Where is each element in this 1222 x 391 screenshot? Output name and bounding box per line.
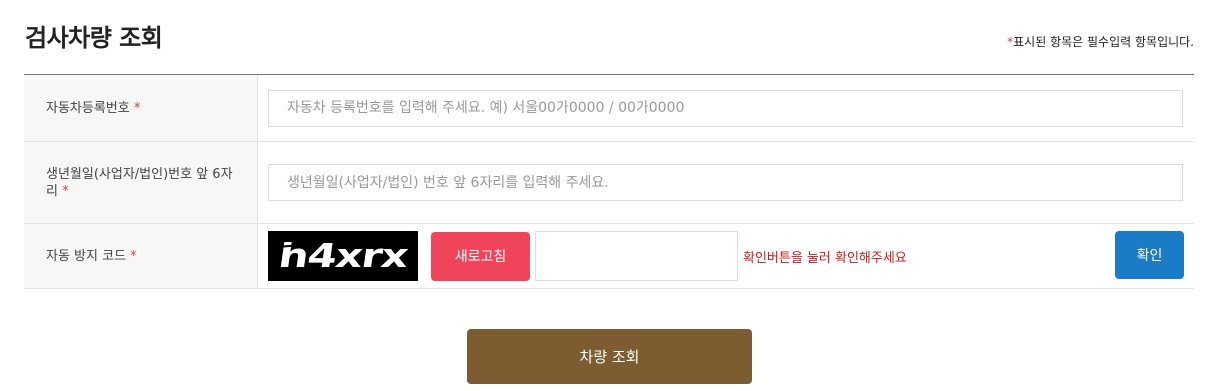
captcha-image-graphic: h4xrx xyxy=(275,237,411,275)
captcha-row: 자동 방지 코드 * h4xrx 새로고침 확인버튼을 눌러 확인해주세요 확인 xyxy=(24,224,1194,289)
captcha-cell: h4xrx 새로고침 확인버튼을 눌러 확인해주세요 확인 xyxy=(258,224,1194,288)
required-note: *표시된 항목은 필수입력 항목입니다. xyxy=(1007,33,1194,50)
birth-date-label-text: 생년월일(사업자/법인)번호 앞 6자리 xyxy=(46,166,233,199)
captcha-refresh-button[interactable]: 새로고침 xyxy=(431,231,530,281)
birth-date-label: 생년월일(사업자/법인)번호 앞 6자리 * xyxy=(24,142,258,223)
captcha-image: h4xrx xyxy=(268,231,418,281)
captcha-code-text: h4xrx xyxy=(276,237,410,275)
captcha-label: 자동 방지 코드 * xyxy=(24,224,258,288)
captcha-message: 확인버튼을 눌러 확인해주세요 xyxy=(743,250,907,266)
vehicle-search-button[interactable]: 차량 조회 xyxy=(467,329,752,384)
captcha-label-text: 자동 방지 코드 xyxy=(46,248,127,264)
vehicle-number-label: 자동차등록번호 * xyxy=(24,75,258,141)
required-star: * xyxy=(133,100,141,116)
birth-date-row: 생년월일(사업자/법인)번호 앞 6자리 * xyxy=(24,142,1194,224)
vehicle-number-cell xyxy=(258,75,1194,141)
birth-date-cell xyxy=(258,142,1194,223)
required-note-text: 표시된 항목은 필수입력 항목입니다. xyxy=(1013,35,1194,49)
required-star: * xyxy=(62,183,69,199)
captcha-input[interactable] xyxy=(535,231,738,281)
captcha-confirm-button[interactable]: 확인 xyxy=(1115,231,1184,279)
vehicle-search-form: 자동차등록번호 * 생년월일(사업자/법인)번호 앞 6자리 * 자동 방지 코… xyxy=(24,74,1194,289)
required-star: * xyxy=(130,248,137,264)
birth-date-input[interactable] xyxy=(268,164,1183,201)
vehicle-number-input[interactable] xyxy=(268,89,1183,127)
vehicle-number-label-text: 자동차등록번호 xyxy=(46,100,130,116)
vehicle-number-row: 자동차등록번호 * xyxy=(24,75,1194,142)
page-title: 검사차량 조회 xyxy=(25,24,163,52)
